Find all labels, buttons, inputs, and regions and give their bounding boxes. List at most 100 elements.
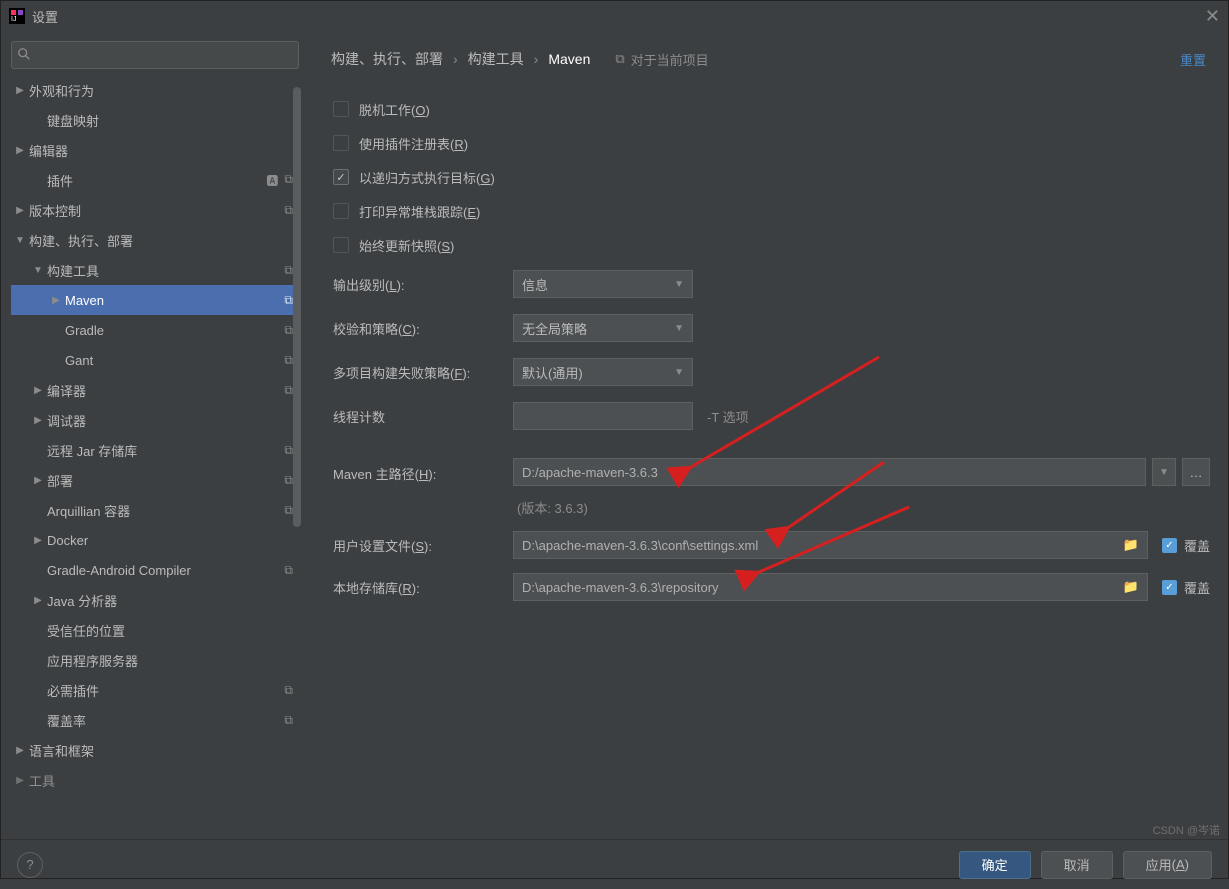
threads-input[interactable] <box>513 402 693 430</box>
checkbox-checked[interactable] <box>1162 580 1177 595</box>
copy-icon: ⧉ <box>615 51 624 67</box>
check-recursive[interactable]: 以递归方式执行目标(G) <box>309 160 1228 194</box>
maven-home-input[interactable]: D:/apache-maven-3.6.3 <box>513 458 1146 486</box>
local-repo-override[interactable]: 覆盖 <box>1162 578 1210 597</box>
tree-item-keymap[interactable]: 键盘映射 <box>11 105 301 135</box>
copy-icon: ⧉ <box>284 473 293 488</box>
tree-item-app-servers[interactable]: 应用程序服务器 <box>11 645 301 675</box>
breadcrumb-2[interactable]: 构建工具 <box>468 49 524 69</box>
search-input[interactable] <box>11 41 299 69</box>
check-plugin-registry[interactable]: 使用插件注册表(R) <box>309 126 1228 160</box>
user-settings-label: 用户设置文件(S): <box>333 536 513 555</box>
copy-icon: ⧉ <box>284 383 293 398</box>
tree-item-req-plugins[interactable]: 必需插件⧉ <box>11 675 301 705</box>
main-header: 构建、执行、部署 › 构建工具 › Maven ⧉ 对于当前项目 重置 <box>309 41 1228 77</box>
maven-home-label: Maven 主路径(H): <box>333 458 513 483</box>
checkbox[interactable] <box>333 135 349 151</box>
tree-item-gant[interactable]: Gant⧉ <box>11 345 301 375</box>
main-panel: 构建、执行、部署 › 构建工具 › Maven ⧉ 对于当前项目 重置 脱机工作… <box>309 31 1228 839</box>
check-snapshots[interactable]: 始终更新快照(S) <box>309 228 1228 262</box>
row-local-repo: 本地存储库(R): D:\apache-maven-3.6.3\reposito… <box>309 573 1228 601</box>
tree-item-remote-jar[interactable]: 远程 Jar 存储库⧉ <box>11 435 301 465</box>
checkbox[interactable] <box>333 237 349 253</box>
window-title: 设置 <box>32 7 58 26</box>
lang-icon: 🅰 <box>266 172 278 189</box>
cancel-button[interactable]: 取消 <box>1041 851 1113 879</box>
tree-item-tools[interactable]: ▶工具 <box>11 765 301 795</box>
copy-icon: ⧉ <box>284 293 293 308</box>
settings-sidebar: ▶外观和行为 键盘映射 ▶编辑器 插件🅰⧉ ▶版本控制⧉ ▼构建、执行、部署 ▼… <box>1 31 309 839</box>
row-multi-fail: 多项目构建失败策略(F): 默认(通用)▼ <box>309 350 1228 394</box>
tree-item-editor[interactable]: ▶编辑器 <box>11 135 301 165</box>
copy-icon: ⧉ <box>284 203 293 218</box>
maven-home-dropdown[interactable]: ▼ <box>1152 458 1176 486</box>
tree-item-appearance[interactable]: ▶外观和行为 <box>11 75 301 105</box>
copy-icon: ⧉ <box>284 683 293 698</box>
tree-item-gradle-android[interactable]: Gradle-Android Compiler⧉ <box>11 555 301 585</box>
checkbox-checked[interactable] <box>1162 538 1177 553</box>
scrollbar[interactable] <box>293 87 301 527</box>
search-icon <box>17 47 31 64</box>
footer: ? 确定 取消 应用(A) <box>1 839 1228 889</box>
tree-item-gradle[interactable]: Gradle⧉ <box>11 315 301 345</box>
breadcrumb-3: Maven <box>548 51 590 67</box>
app-icon: IJ <box>9 8 25 24</box>
ok-button[interactable]: 确定 <box>959 851 1031 879</box>
watermark: CSDN @岑诺 <box>1153 822 1220 838</box>
row-maven-home: Maven 主路径(H): D:/apache-maven-3.6.3 ▼ … … <box>309 458 1228 517</box>
tree-item-build[interactable]: ▼构建、执行、部署 <box>11 225 301 255</box>
multi-fail-combo[interactable]: 默认(通用)▼ <box>513 358 693 386</box>
checkbox-checked[interactable] <box>333 169 349 185</box>
apply-button[interactable]: 应用(A) <box>1123 851 1212 879</box>
folder-icon[interactable]: 📁 <box>1123 579 1139 595</box>
copy-icon: ⧉ <box>284 503 293 518</box>
settings-tree[interactable]: ▶外观和行为 键盘映射 ▶编辑器 插件🅰⧉ ▶版本控制⧉ ▼构建、执行、部署 ▼… <box>11 75 301 839</box>
breadcrumb-1[interactable]: 构建、执行、部署 <box>331 49 443 69</box>
maven-version-label: (版本: 3.6.3) <box>517 498 1210 517</box>
tree-item-plugins[interactable]: 插件🅰⧉ <box>11 165 301 195</box>
user-settings-override[interactable]: 覆盖 <box>1162 536 1210 555</box>
checksum-combo[interactable]: 无全局策略▼ <box>513 314 693 342</box>
caret-down-icon: ▼ <box>674 367 684 378</box>
tree-item-build-tools[interactable]: ▼构建工具⧉ <box>11 255 301 285</box>
tree-item-trusted[interactable]: 受信任的位置 <box>11 615 301 645</box>
threads-hint: -T 选项 <box>707 407 749 426</box>
titlebar: IJ 设置 ✕ <box>1 1 1228 31</box>
svg-text:IJ: IJ <box>11 16 16 23</box>
reset-link[interactable]: 重置 <box>1180 50 1206 69</box>
copy-icon: ⧉ <box>284 353 293 368</box>
close-icon[interactable]: ✕ <box>1205 6 1220 27</box>
output-level-combo[interactable]: 信息▼ <box>513 270 693 298</box>
tree-item-docker[interactable]: ▶Docker <box>11 525 301 555</box>
check-stacktrace[interactable]: 打印异常堆栈跟踪(E) <box>309 194 1228 228</box>
row-checksum: 校验和策略(C): 无全局策略▼ <box>309 306 1228 350</box>
checkbox[interactable] <box>333 203 349 219</box>
tree-item-coverage[interactable]: 覆盖率⧉ <box>11 705 301 735</box>
checksum-label: 校验和策略(C): <box>333 319 513 338</box>
folder-icon[interactable]: 📁 <box>1123 537 1139 553</box>
tree-item-arquillian[interactable]: Arquillian 容器⧉ <box>11 495 301 525</box>
copy-icon: ⧉ <box>284 323 293 338</box>
user-settings-input[interactable]: D:\apache-maven-3.6.3\conf\settings.xml … <box>513 531 1148 559</box>
tree-item-maven[interactable]: ▶Maven⧉ <box>11 285 301 315</box>
chevron-right-icon: › <box>453 51 458 67</box>
check-offline[interactable]: 脱机工作(O) <box>309 92 1228 126</box>
threads-label: 线程计数 <box>333 407 513 426</box>
checkbox[interactable] <box>333 101 349 117</box>
multi-fail-label: 多项目构建失败策略(F): <box>333 363 513 382</box>
caret-down-icon: ▼ <box>674 323 684 334</box>
local-repo-label: 本地存储库(R): <box>333 578 513 597</box>
copy-icon: ⧉ <box>284 713 293 728</box>
tree-item-langs[interactable]: ▶语言和框架 <box>11 735 301 765</box>
local-repo-input[interactable]: D:\apache-maven-3.6.3\repository 📁 <box>513 573 1148 601</box>
row-threads: 线程计数 -T 选项 <box>309 394 1228 438</box>
help-button[interactable]: ? <box>17 852 43 878</box>
tree-item-java-analyzer[interactable]: ▶Java 分析器 <box>11 585 301 615</box>
tree-item-vcs[interactable]: ▶版本控制⧉ <box>11 195 301 225</box>
row-output-level: 输出级别(L): 信息▼ <box>309 262 1228 306</box>
tree-item-compiler[interactable]: ▶编译器⧉ <box>11 375 301 405</box>
maven-home-browse[interactable]: … <box>1182 458 1210 486</box>
tree-item-debugger[interactable]: ▶调试器 <box>11 405 301 435</box>
caret-down-icon: ▼ <box>674 279 684 290</box>
tree-item-deployment[interactable]: ▶部署⧉ <box>11 465 301 495</box>
